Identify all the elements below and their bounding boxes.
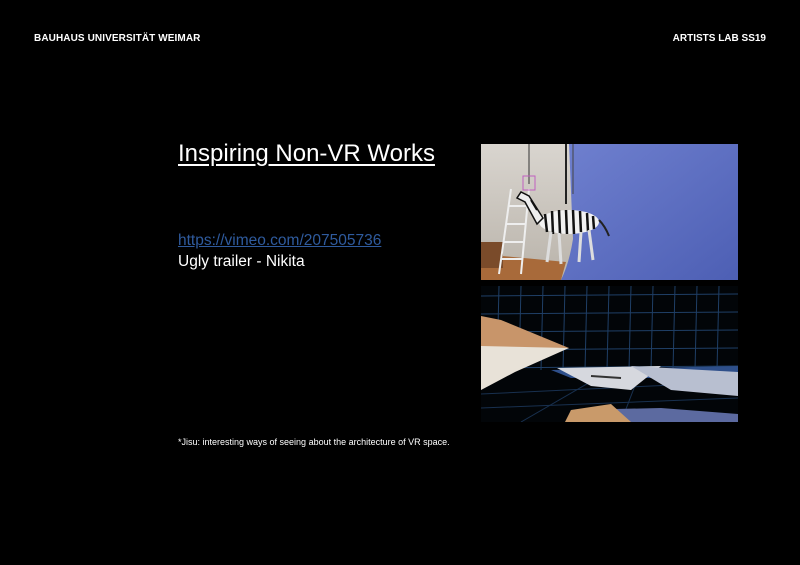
footnote: *Jisu: interesting ways of seeing about …	[178, 437, 450, 447]
zebra-studio-image	[481, 144, 738, 280]
video-caption: Ugly trailer - Nikita	[178, 253, 305, 270]
institution-label: BAUHAUS UNIVERSITÄT WEIMAR	[34, 33, 201, 44]
slide-title: Inspiring Non-VR Works	[178, 140, 435, 167]
course-label: ARTISTS LAB SS19	[672, 33, 766, 44]
wireframe-room-image	[481, 286, 738, 422]
vimeo-link[interactable]: https://vimeo.com/207505736	[178, 232, 381, 250]
slide: BAUHAUS UNIVERSITÄT WEIMAR ARTISTS LAB S…	[0, 0, 800, 565]
